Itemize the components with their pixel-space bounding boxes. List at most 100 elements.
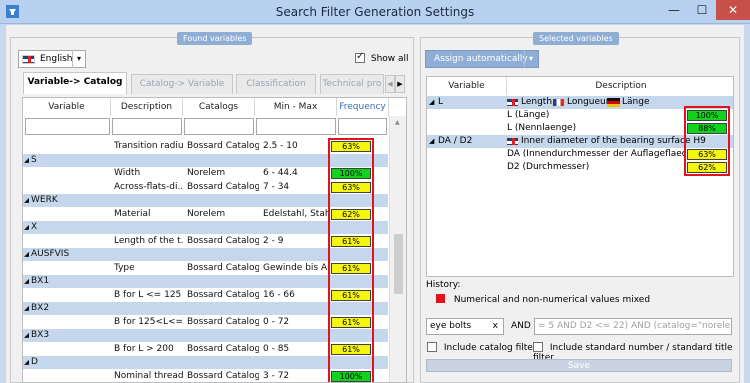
collapse-icon[interactable]: ◢ <box>429 96 434 109</box>
uk-flag-icon <box>506 137 519 146</box>
maximize-button[interactable]: ☐ <box>688 0 716 20</box>
include-catalog-filter-label: Include catalog filter <box>443 343 537 353</box>
frequency-highlight-box <box>328 138 374 382</box>
collapse-icon[interactable]: ◢ <box>24 356 29 369</box>
cell-description: B for 125<L<=200 <box>114 316 184 327</box>
language-select[interactable]: English ▾ <box>18 50 86 68</box>
query-input[interactable]: = 5 AND D2 <= 22) AND (catalog="norelem"… <box>534 318 732 335</box>
cell-description: Nominal thread... <box>114 370 184 381</box>
lang-en-label: Length <box>521 97 553 107</box>
column-header-variable[interactable]: Variable <box>23 98 111 116</box>
cell-catalog: Bossard Catalog <box>187 235 259 246</box>
tab-scroll-right-icon[interactable]: ▶ <box>395 75 405 93</box>
cell-catalog: Norelem <box>187 208 226 219</box>
legend-red-square-icon <box>436 294 445 303</box>
cell-description: Across-flats-di... <box>114 181 184 192</box>
filter-description-input[interactable] <box>112 118 182 135</box>
scrollbar-thumb[interactable] <box>394 234 403 294</box>
legend-text: Numerical and non-numerical values mixed <box>453 295 651 305</box>
collapse-icon[interactable]: ◢ <box>24 194 29 207</box>
tree-column-header-description[interactable]: Description <box>507 77 733 95</box>
cell-catalog: Bossard Catalog <box>187 343 259 354</box>
cell-catalog: Bossard Catalog <box>187 181 259 192</box>
selected-variables-tree: Variable Description ◢ L Length Longueur… <box>426 76 734 277</box>
fr-flag-icon <box>552 98 565 107</box>
uk-flag-icon <box>22 55 35 64</box>
filter-frequency-input[interactable] <box>338 118 387 135</box>
frequency-highlight-box <box>684 106 730 176</box>
cell-minmax: Gewinde bis Aug... <box>263 262 329 273</box>
collapse-icon[interactable]: ◢ <box>24 329 29 342</box>
chevron-down-icon: ▾ <box>524 50 537 68</box>
save-button[interactable]: Save <box>426 359 732 372</box>
cell-minmax: 7 - 34 <box>263 181 290 192</box>
cell-minmax: Edelstahl, Stahl <box>263 208 329 219</box>
checkbox-box <box>533 342 543 352</box>
cell-description: Width <box>114 168 141 178</box>
show-all-check-icon <box>355 51 365 63</box>
lang-de-label: Länge <box>622 97 650 107</box>
cell-catalog: Norelem <box>187 168 226 178</box>
group-label: BX1 <box>31 276 50 286</box>
tab-scroll-left-icon[interactable]: ◀ <box>385 75 395 93</box>
legend-mixed: Numerical and non-numerical values mixed <box>436 294 650 305</box>
tree-item-label: D2 (Durchmesser) <box>507 162 590 172</box>
scrollbar-up-icon[interactable]: ▲ <box>395 119 400 126</box>
language-value: English <box>40 54 73 64</box>
tree-item-label: L (Länge) <box>507 110 550 120</box>
group-label: D <box>31 357 38 367</box>
selected-variables-caption: Selected variables <box>533 32 619 45</box>
title-bar: Search Filter Generation Settings — ☐ ✕ <box>0 0 750 24</box>
filter-min-max-input[interactable] <box>256 118 336 135</box>
assign-automatically-label: Assign automatically <box>434 54 528 64</box>
tab-technical-properties[interactable]: Technical pro <box>320 74 384 94</box>
column-header-description[interactable]: Description <box>111 98 183 116</box>
history-label: History: <box>426 280 461 290</box>
column-header-frequency[interactable]: Frequency <box>337 98 389 116</box>
client-area: Found variables English ▾ Show all Varia… <box>6 25 744 383</box>
show-all-checkbox[interactable]: Show all <box>355 51 409 64</box>
collapse-icon[interactable]: ◢ <box>24 154 29 167</box>
collapse-icon[interactable]: ◢ <box>429 135 434 148</box>
collapse-icon[interactable]: ◢ <box>24 221 29 234</box>
cell-catalog: Bossard Catalog <box>187 262 259 273</box>
checkbox-box <box>427 342 437 352</box>
cell-description: B for L > 200 <box>114 343 174 354</box>
tree-item-label: DA (Innendurchmesser der Auflageflaeche … <box>507 149 685 159</box>
column-header-min-max[interactable]: Min - Max <box>255 98 337 116</box>
column-header-catalogs[interactable]: Catalogs <box>183 98 255 116</box>
tree-column-header-variable[interactable]: Variable <box>427 77 507 95</box>
tree-group-da-label: DA / D2 <box>438 136 473 146</box>
cell-minmax: 3 - 72 <box>263 370 290 381</box>
cell-minmax: 6 - 44.4 <box>263 168 298 178</box>
collapse-icon[interactable]: ◢ <box>24 302 29 315</box>
and-label: AND <box>511 321 531 331</box>
group-label: S <box>31 154 37 165</box>
query-value: = 5 AND D2 <= 22) AND (catalog="norelem"… <box>538 321 732 331</box>
tab-variable-catalog[interactable]: Variable-> Catalog <box>23 72 127 94</box>
group-label: WERK <box>31 195 58 205</box>
filter-catalogs-input[interactable] <box>184 118 254 135</box>
collapse-icon[interactable]: ◢ <box>24 248 29 261</box>
search-input[interactable]: eye bolts x <box>426 318 504 335</box>
cell-minmax: 2 - 9 <box>263 235 284 246</box>
window-title: Search Filter Generation Settings <box>275 5 475 19</box>
tree-group-da-desc: Inner diameter of the bearing surface H9 <box>521 136 706 146</box>
de-flag-icon <box>607 98 620 107</box>
variables-grid: Variable Description Catalogs Min - Max … <box>22 97 407 383</box>
close-button[interactable]: ✕ <box>716 0 750 20</box>
cell-minmax: 0 - 85 <box>263 343 290 354</box>
grid-vertical-scrollbar[interactable]: ▲ <box>389 116 406 382</box>
tab-catalog-variable[interactable]: Catalog-> Variable <box>131 74 233 94</box>
group-label: BX3 <box>31 330 50 340</box>
cell-catalog: Bossard Catalog <box>187 141 259 151</box>
tab-classification[interactable]: Classification <box>236 74 316 94</box>
clear-icon[interactable]: x <box>493 319 498 334</box>
cell-minmax: 16 - 66 <box>263 289 295 300</box>
include-catalog-filter-checkbox[interactable]: Include catalog filter <box>427 342 537 353</box>
tree-group-l-label: L <box>438 97 444 107</box>
filter-variable-input[interactable] <box>25 118 110 135</box>
collapse-icon[interactable]: ◢ <box>24 275 29 288</box>
assign-automatically-button[interactable]: Assign automatically ▾ <box>425 50 539 68</box>
minimize-button[interactable]: — <box>660 0 688 20</box>
